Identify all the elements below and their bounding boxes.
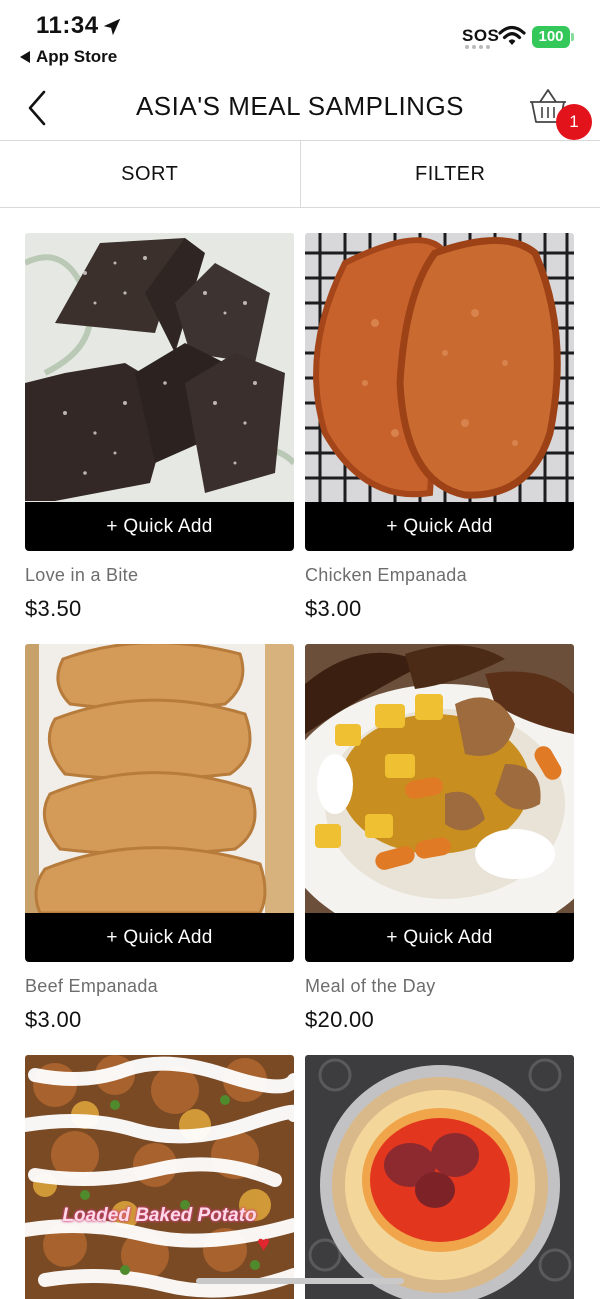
product-price: $3.00 <box>305 596 362 621</box>
wifi-icon <box>498 25 526 45</box>
product-image[interactable] <box>25 644 294 913</box>
sort-filter-bar: SORT FILTER <box>0 141 600 208</box>
back-triangle-icon <box>20 51 30 63</box>
product-card[interactable] <box>305 1055 574 1299</box>
image-caption: Loaded Baked Potato <box>62 1205 257 1226</box>
product-image[interactable] <box>25 233 294 502</box>
cart-count-badge[interactable]: 1 <box>556 104 592 140</box>
product-card[interactable]: + Quick Add Meal of the Day $20.00 <box>305 644 574 1033</box>
page-title: ASIA'S MEAL SAMPLINGS <box>135 91 465 121</box>
product-name[interactable]: Meal of the Day <box>305 976 574 997</box>
product-card[interactable]: Loaded Baked Potato ♥ <box>25 1055 294 1299</box>
product-image[interactable] <box>305 644 574 913</box>
product-card[interactable]: + Quick Add Beef Empanada $3.00 <box>25 644 294 1033</box>
product-image[interactable]: Loaded Baked Potato ♥ <box>25 1055 294 1299</box>
product-price: $3.50 <box>25 596 82 621</box>
product-image[interactable] <box>305 233 574 502</box>
sort-button[interactable]: SORT <box>0 141 301 207</box>
product-card[interactable]: + Quick Add Chicken Empanada $3.00 <box>305 233 574 622</box>
product-price: $20.00 <box>305 1007 375 1032</box>
home-indicator[interactable] <box>196 1278 404 1284</box>
product-name[interactable]: Love in a Bite <box>25 565 294 586</box>
filter-button[interactable]: FILTER <box>301 141 600 207</box>
sos-indicator: SOS <box>462 26 500 45</box>
quick-add-button[interactable]: + Quick Add <box>305 502 574 551</box>
product-name[interactable]: Beef Empanada <box>25 976 294 997</box>
product-image[interactable] <box>305 1055 574 1299</box>
location-arrow-icon <box>103 18 121 36</box>
signal-dots-icon <box>465 45 491 49</box>
quick-add-button[interactable]: + Quick Add <box>305 913 574 962</box>
product-card[interactable]: + Quick Add Love in a Bite $3.50 <box>25 233 294 622</box>
product-name[interactable]: Chicken Empanada <box>305 565 574 586</box>
battery-nub-icon <box>571 33 574 41</box>
battery-indicator: 100 <box>532 26 570 48</box>
status-time: 11:34 <box>36 12 99 39</box>
back-to-app-store[interactable]: App Store <box>20 47 117 67</box>
page-header: ASIA'S MEAL SAMPLINGS 1 <box>0 74 600 141</box>
quick-add-button[interactable]: + Quick Add <box>25 913 294 962</box>
status-bar: 11:34 App Store SOS 100 <box>0 0 600 74</box>
back-app-label: App Store <box>36 47 118 66</box>
quick-add-button[interactable]: + Quick Add <box>25 502 294 551</box>
product-price: $3.00 <box>25 1007 82 1032</box>
heart-icon: ♥ <box>257 1231 271 1256</box>
